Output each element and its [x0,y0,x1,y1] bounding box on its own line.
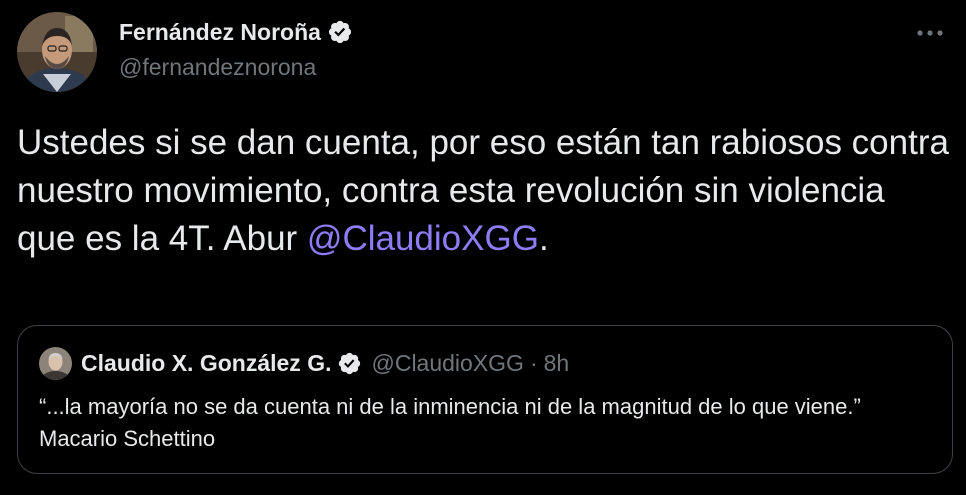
quoted-timestamp[interactable]: 8h [544,348,570,378]
quoted-separator: · [529,350,538,376]
mention-link[interactable]: @ClaudioXGG [307,219,539,258]
quoted-tweet[interactable]: Claudio X. González G. @ClaudioXGG · 8h … [17,325,953,474]
quoted-header: Claudio X. González G. @ClaudioXGG · 8h [81,348,569,378]
quoted-avatar-image [39,347,72,380]
tweet-card: Fernández Noroña @fernandeznorona Ustede… [0,0,966,495]
quoted-author-name: Claudio X. González G. [81,350,332,376]
author-avatar[interactable] [17,12,97,92]
tweet-trailing: . [538,219,549,258]
author-name-row: Fernández Noroña [119,17,353,47]
more-options-button[interactable] [912,20,948,46]
author-name[interactable]: Fernández Noroña [119,17,321,47]
quoted-author-avatar[interactable] [39,347,72,380]
author-avatar-image [17,12,97,92]
quoted-verified-badge-icon [339,352,361,374]
quoted-tweet-text: “...la mayoría no se da cuenta ni de la … [39,394,861,451]
quoted-author-handle: @ClaudioXGG [371,350,524,376]
more-horizontal-icon [917,30,943,36]
author-handle[interactable]: @fernandeznorona [119,52,316,82]
tweet-text: Ustedes si se dan cuenta, por eso están … [17,119,952,263]
verified-badge-icon [328,20,352,44]
